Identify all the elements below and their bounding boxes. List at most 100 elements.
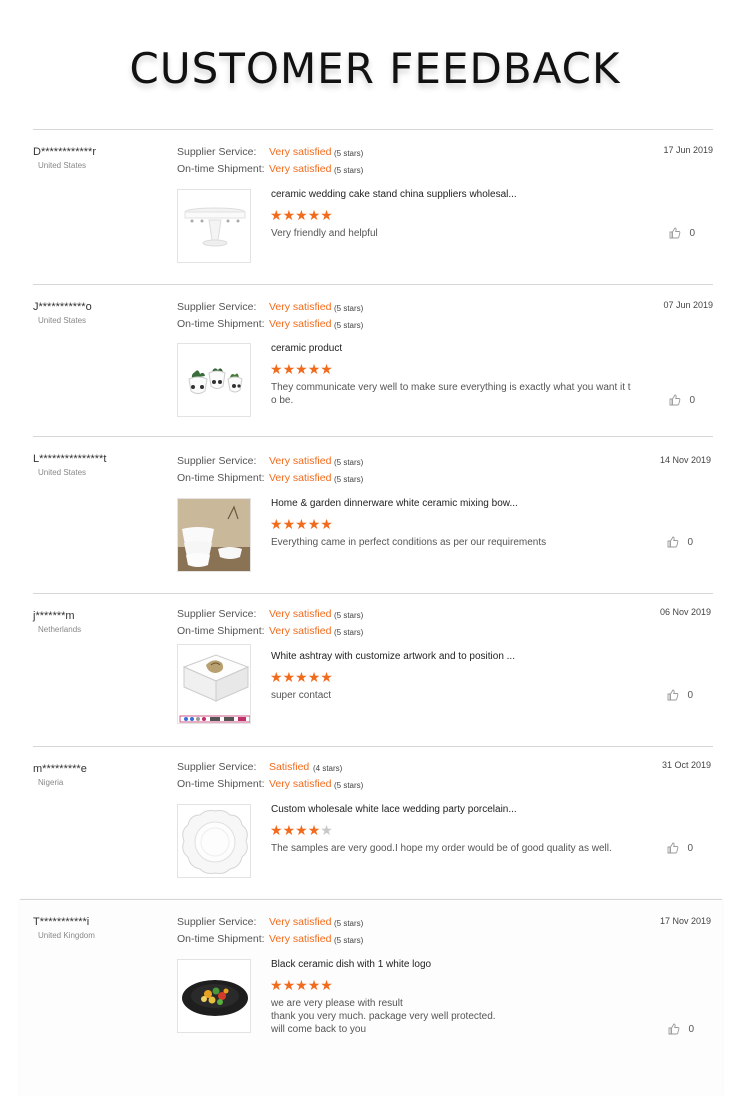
star-icon: ★ <box>307 516 321 532</box>
ashtray-image[interactable] <box>177 644 251 724</box>
product-link[interactable]: Custom wholesale white lace wedding part… <box>271 804 517 815</box>
like-button[interactable]: 0 <box>667 842 693 854</box>
star-icon: ★ <box>320 207 333 223</box>
review-comment: Very friendly and helpful <box>271 228 378 239</box>
star-icon: ★ <box>320 516 333 532</box>
supplier-service-label: Supplier Service: <box>177 608 257 620</box>
supplier-service-stars: (5 stars) <box>334 919 364 928</box>
reviewer-name: j*******m <box>33 610 75 622</box>
star-icon: ★ <box>282 977 296 993</box>
star-icon: ★ <box>307 669 321 685</box>
like-button[interactable]: 0 <box>667 689 693 701</box>
shipment-stars: (5 stars) <box>334 628 364 637</box>
rating-stars: ★★★★★ <box>270 978 333 992</box>
shipment-stars: (5 stars) <box>334 321 364 330</box>
product-link[interactable]: ceramic wedding cake stand china supplie… <box>271 189 517 200</box>
shipment-stars: (5 stars) <box>334 936 364 945</box>
reviewer-name: J***********o <box>33 301 92 313</box>
rating-stars: ★★★★★ <box>270 362 333 376</box>
star-icon: ★ <box>270 977 283 993</box>
review-comment: super contact <box>271 690 332 701</box>
shipment-value: Very satisfied <box>269 472 332 484</box>
like-count: 0 <box>689 394 695 406</box>
cake-stand-image[interactable] <box>177 189 251 263</box>
product-link[interactable]: ceramic product <box>271 343 342 354</box>
supplier-service-label: Supplier Service: <box>177 455 257 467</box>
like-button[interactable]: 0 <box>669 227 695 239</box>
supplier-service-value: Very satisfied <box>269 301 332 313</box>
review-comment: Everything came in perfect conditions as… <box>271 537 547 548</box>
like-count: 0 <box>689 227 695 239</box>
star-icon: ★ <box>282 361 296 377</box>
reviewer-country: United States <box>38 468 87 477</box>
star-icon: ★ <box>295 361 308 377</box>
supplier-service-value: Very satisfied <box>269 608 332 620</box>
reviewer-country: United States <box>38 161 87 170</box>
shipment-value: Very satisfied <box>269 625 332 637</box>
like-button[interactable]: 0 <box>669 394 695 406</box>
product-link[interactable]: Black ceramic dish with 1 white logo <box>271 959 431 970</box>
black-dish-image[interactable] <box>177 959 251 1033</box>
like-button[interactable]: 0 <box>667 536 693 548</box>
star-icon: ★ <box>307 207 321 223</box>
product-link[interactable]: Home & garden dinnerware white ceramic m… <box>271 498 518 509</box>
star-icon: ★ <box>307 361 321 377</box>
star-icon: ★ <box>270 669 283 685</box>
star-icon: ★ <box>270 207 283 223</box>
supplier-service-value: Very satisfied <box>269 916 332 928</box>
shipment-label: On-time Shipment: <box>177 778 265 790</box>
review-item: J***********o United States Supplier Ser… <box>33 284 713 436</box>
reviewer-country: Netherlands <box>38 625 82 634</box>
mixing-bowls-image[interactable] <box>177 498 251 572</box>
supplier-service-stars: (4 stars) <box>313 764 343 773</box>
star-icon: ★ <box>295 822 308 838</box>
thumbs-up-icon <box>669 227 681 239</box>
shipment-label: On-time Shipment: <box>177 163 265 175</box>
product-link[interactable]: White ashtray with customize artwork and… <box>271 651 515 662</box>
review-comment-line: will come back to you <box>271 1024 367 1035</box>
shipment-stars: (5 stars) <box>334 781 364 790</box>
star-icon: ★ <box>282 669 296 685</box>
reviewer-name: D************r <box>33 146 96 158</box>
star-icon: ★ <box>282 516 296 532</box>
shipment-value: Very satisfied <box>269 933 332 945</box>
reviewer-name: m*********e <box>33 763 87 775</box>
star-icon: ★ <box>270 361 283 377</box>
review-date: 31 Oct 2019 <box>661 760 711 770</box>
supplier-service-label: Supplier Service: <box>177 146 257 158</box>
supplier-service-label: Supplier Service: <box>177 301 257 313</box>
lace-plate-image[interactable] <box>177 804 251 878</box>
like-count: 0 <box>687 536 693 548</box>
star-icon: ★ <box>270 516 283 532</box>
thumbs-up-icon <box>669 394 681 406</box>
thumbs-up-icon <box>668 1023 680 1035</box>
shipment-label: On-time Shipment: <box>177 625 265 637</box>
review-date: 14 Nov 2019 <box>659 455 711 465</box>
like-button[interactable]: 0 <box>668 1023 694 1035</box>
review-comment-line: thank you very much. package very well p… <box>271 1011 496 1022</box>
review-item: T***********i United Kingdom Supplier Se… <box>20 899 722 1096</box>
star-icon: ★ <box>307 822 321 838</box>
reviewer-name: T***********i <box>33 916 90 928</box>
star-icon: ★ <box>320 361 333 377</box>
shipment-label: On-time Shipment: <box>177 318 265 330</box>
review-date: 07 Jun 2019 <box>663 300 713 310</box>
supplier-service-stars: (5 stars) <box>334 304 364 313</box>
review-item: m*********e Nigeria Supplier Service: Sa… <box>33 746 713 899</box>
like-count: 0 <box>687 842 693 854</box>
review-date: 17 Nov 2019 <box>659 916 711 926</box>
supplier-service-stars: (5 stars) <box>334 458 364 467</box>
reviewer-country: United States <box>38 316 87 325</box>
star-icon: ★ <box>282 207 296 223</box>
rating-stars: ★★★★★ <box>270 208 333 222</box>
thumbs-up-icon <box>667 536 679 548</box>
supplier-service-stars: (5 stars) <box>334 149 364 158</box>
ceramic-pots-image[interactable] <box>177 343 251 417</box>
review-date: 06 Nov 2019 <box>659 607 711 617</box>
shipment-label: On-time Shipment: <box>177 472 265 484</box>
reviewer-country: United Kingdom <box>38 931 95 940</box>
supplier-service-label: Supplier Service: <box>177 916 257 928</box>
like-count: 0 <box>687 689 693 701</box>
review-item: j*******m Netherlands Supplier Service: … <box>33 593 713 746</box>
review-comment: we are very please with result thank you… <box>271 997 631 1036</box>
